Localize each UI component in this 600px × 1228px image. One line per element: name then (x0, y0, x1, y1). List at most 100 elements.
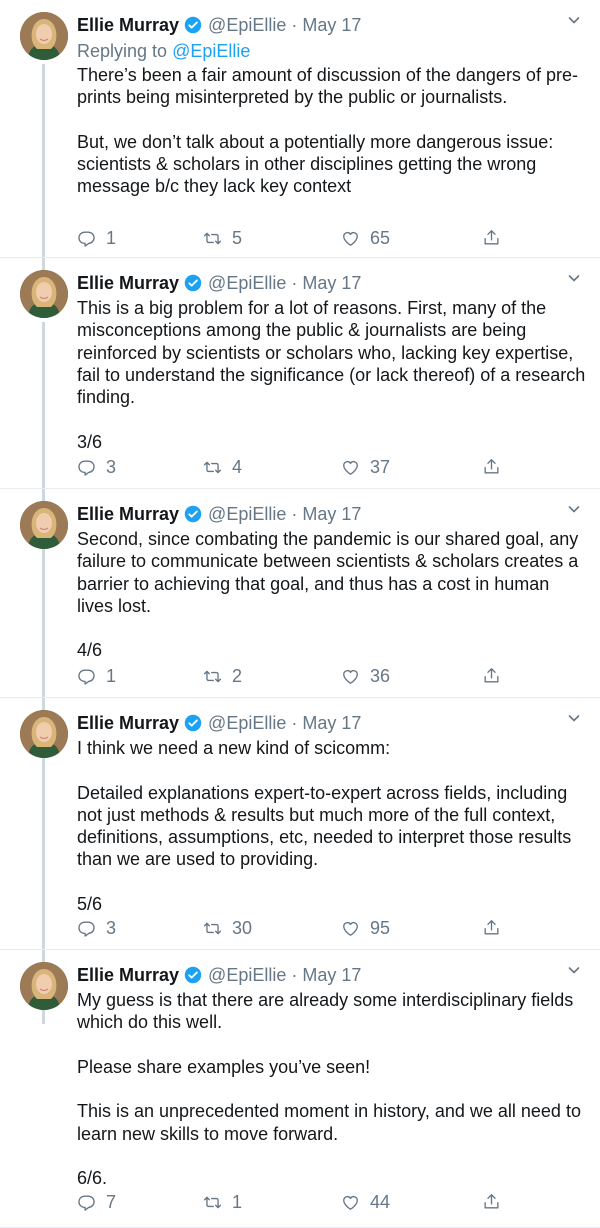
like-count: 44 (370, 1192, 391, 1212)
tweet-date[interactable]: May 17 (302, 504, 361, 525)
heart-icon[interactable] (341, 919, 370, 938)
retweet-button[interactable]: 2 (203, 666, 242, 687)
reply-icon[interactable] (77, 667, 106, 686)
author-handle[interactable]: @EpiEllie (208, 504, 286, 525)
share-icon[interactable] (482, 457, 511, 476)
verified-badge-icon (184, 505, 202, 523)
author-handle[interactable]: @EpiEllie (208, 713, 286, 734)
verified-badge-icon (184, 16, 202, 34)
author-name[interactable]: Ellie Murray (77, 273, 179, 294)
tweet-date[interactable]: May 17 (302, 713, 361, 734)
heart-icon[interactable] (341, 667, 370, 686)
share-icon[interactable] (482, 228, 511, 247)
like-button[interactable]: 95 (341, 918, 390, 939)
chevron-down-icon[interactable] (566, 270, 582, 286)
like-count: 95 (370, 918, 391, 938)
author-handle[interactable]: @EpiEllie (208, 15, 286, 36)
verified-badge-icon (184, 274, 202, 292)
like-button[interactable]: 36 (341, 666, 390, 687)
verified-badge-icon (184, 966, 202, 984)
chevron-down-icon[interactable] (566, 710, 582, 726)
retweet-button[interactable]: 1 (203, 1192, 242, 1213)
share-button[interactable] (482, 228, 511, 247)
chevron-down-icon[interactable] (566, 12, 582, 28)
tweet-text: This is a big problem for a lot of reaso… (77, 298, 586, 452)
tweet-actions: 1 2 36 (77, 666, 517, 690)
retweet-icon[interactable] (203, 229, 232, 248)
retweet-icon[interactable] (203, 667, 232, 686)
share-button[interactable] (482, 918, 511, 937)
retweet-icon[interactable] (203, 919, 232, 938)
like-button[interactable]: 65 (341, 228, 390, 249)
retweet-button[interactable]: 4 (203, 457, 242, 478)
reply-count: 7 (106, 1192, 117, 1212)
reply-icon[interactable] (77, 1193, 106, 1212)
author-handle[interactable]: @EpiEllie (208, 965, 286, 986)
tweet-header: Ellie Murray @EpiEllie · May 17 (77, 711, 361, 735)
chevron-down-icon[interactable] (566, 962, 582, 978)
retweet-button[interactable]: 5 (203, 228, 242, 249)
like-button[interactable]: 37 (341, 457, 390, 478)
tweet-header: Ellie Murray @EpiEllie · May 17 (77, 13, 361, 37)
replying-to-handle-link[interactable]: @EpiEllie (172, 41, 250, 61)
author-handle[interactable]: @EpiEllie (208, 273, 286, 294)
share-icon[interactable] (482, 1192, 511, 1211)
tweet-date[interactable]: May 17 (302, 273, 361, 294)
reply-button[interactable]: 1 (77, 228, 116, 249)
avatar[interactable] (20, 710, 68, 758)
share-icon[interactable] (482, 918, 511, 937)
separator-dot: · (291, 964, 298, 985)
reply-button[interactable]: 1 (77, 666, 116, 687)
author-name[interactable]: Ellie Murray (77, 504, 179, 525)
tweet-actions: 3 30 95 (77, 918, 517, 942)
retweet-count: 2 (232, 666, 243, 686)
tweet[interactable]: Ellie Murray @EpiEllie · May 17 Replying to … (0, 0, 600, 276)
tweet[interactable]: Ellie Murray @EpiEllie · May 17 This is a bi… (0, 258, 600, 553)
like-count: 36 (370, 666, 391, 686)
heart-icon[interactable] (341, 458, 370, 477)
tweet-text: There’s been a fair amount of discussion… (77, 65, 578, 197)
avatar[interactable] (20, 962, 68, 1010)
retweet-icon[interactable] (203, 1193, 232, 1212)
reply-button[interactable]: 7 (77, 1192, 116, 1213)
thread-connector-line (42, 64, 45, 276)
like-count: 65 (370, 228, 391, 248)
share-button[interactable] (482, 457, 511, 476)
avatar[interactable] (20, 12, 68, 60)
reply-count: 3 (106, 457, 117, 477)
share-icon[interactable] (482, 666, 511, 685)
tweet-text: Second, since combating the pandemic is … (77, 529, 579, 661)
reply-button[interactable]: 3 (77, 457, 116, 478)
tweet-actions: 1 5 65 (77, 228, 517, 252)
reply-icon[interactable] (77, 458, 106, 477)
retweet-count: 4 (232, 457, 243, 477)
chevron-down-icon[interactable] (566, 501, 582, 517)
tweet-actions: 7 1 44 (77, 1192, 517, 1216)
tweet[interactable]: Ellie Murray @EpiEllie · May 17 I think we n… (0, 698, 600, 1024)
retweet-icon[interactable] (203, 458, 232, 477)
retweet-button[interactable]: 30 (203, 918, 252, 939)
reply-icon[interactable] (77, 229, 106, 248)
reply-icon[interactable] (77, 919, 106, 938)
tweet-header: Ellie Murray @EpiEllie · May 17 (77, 271, 361, 295)
avatar[interactable] (20, 270, 68, 318)
author-name[interactable]: Ellie Murray (77, 713, 179, 734)
tweet[interactable]: Ellie Murray @EpiEllie · May 17 Second, sinc… (0, 489, 600, 772)
tweet-date[interactable]: May 17 (302, 15, 361, 36)
heart-icon[interactable] (341, 229, 370, 248)
tweet[interactable]: Ellie Murray @EpiEllie · May 17 My guess is … (0, 950, 600, 1228)
retweet-count: 5 (232, 228, 243, 248)
like-button[interactable]: 44 (341, 1192, 390, 1213)
avatar[interactable] (20, 501, 68, 549)
separator-dot: · (291, 503, 298, 524)
author-name[interactable]: Ellie Murray (77, 15, 179, 36)
heart-icon[interactable] (341, 1193, 370, 1212)
replying-to-label: Replying to (77, 41, 173, 61)
share-button[interactable] (482, 666, 511, 685)
author-name[interactable]: Ellie Murray (77, 965, 179, 986)
separator-dot: · (291, 14, 298, 35)
share-button[interactable] (482, 1192, 511, 1211)
reply-button[interactable]: 3 (77, 918, 116, 939)
tweet-header: Ellie Murray @EpiEllie · May 17 (77, 502, 361, 526)
tweet-date[interactable]: May 17 (302, 965, 361, 986)
